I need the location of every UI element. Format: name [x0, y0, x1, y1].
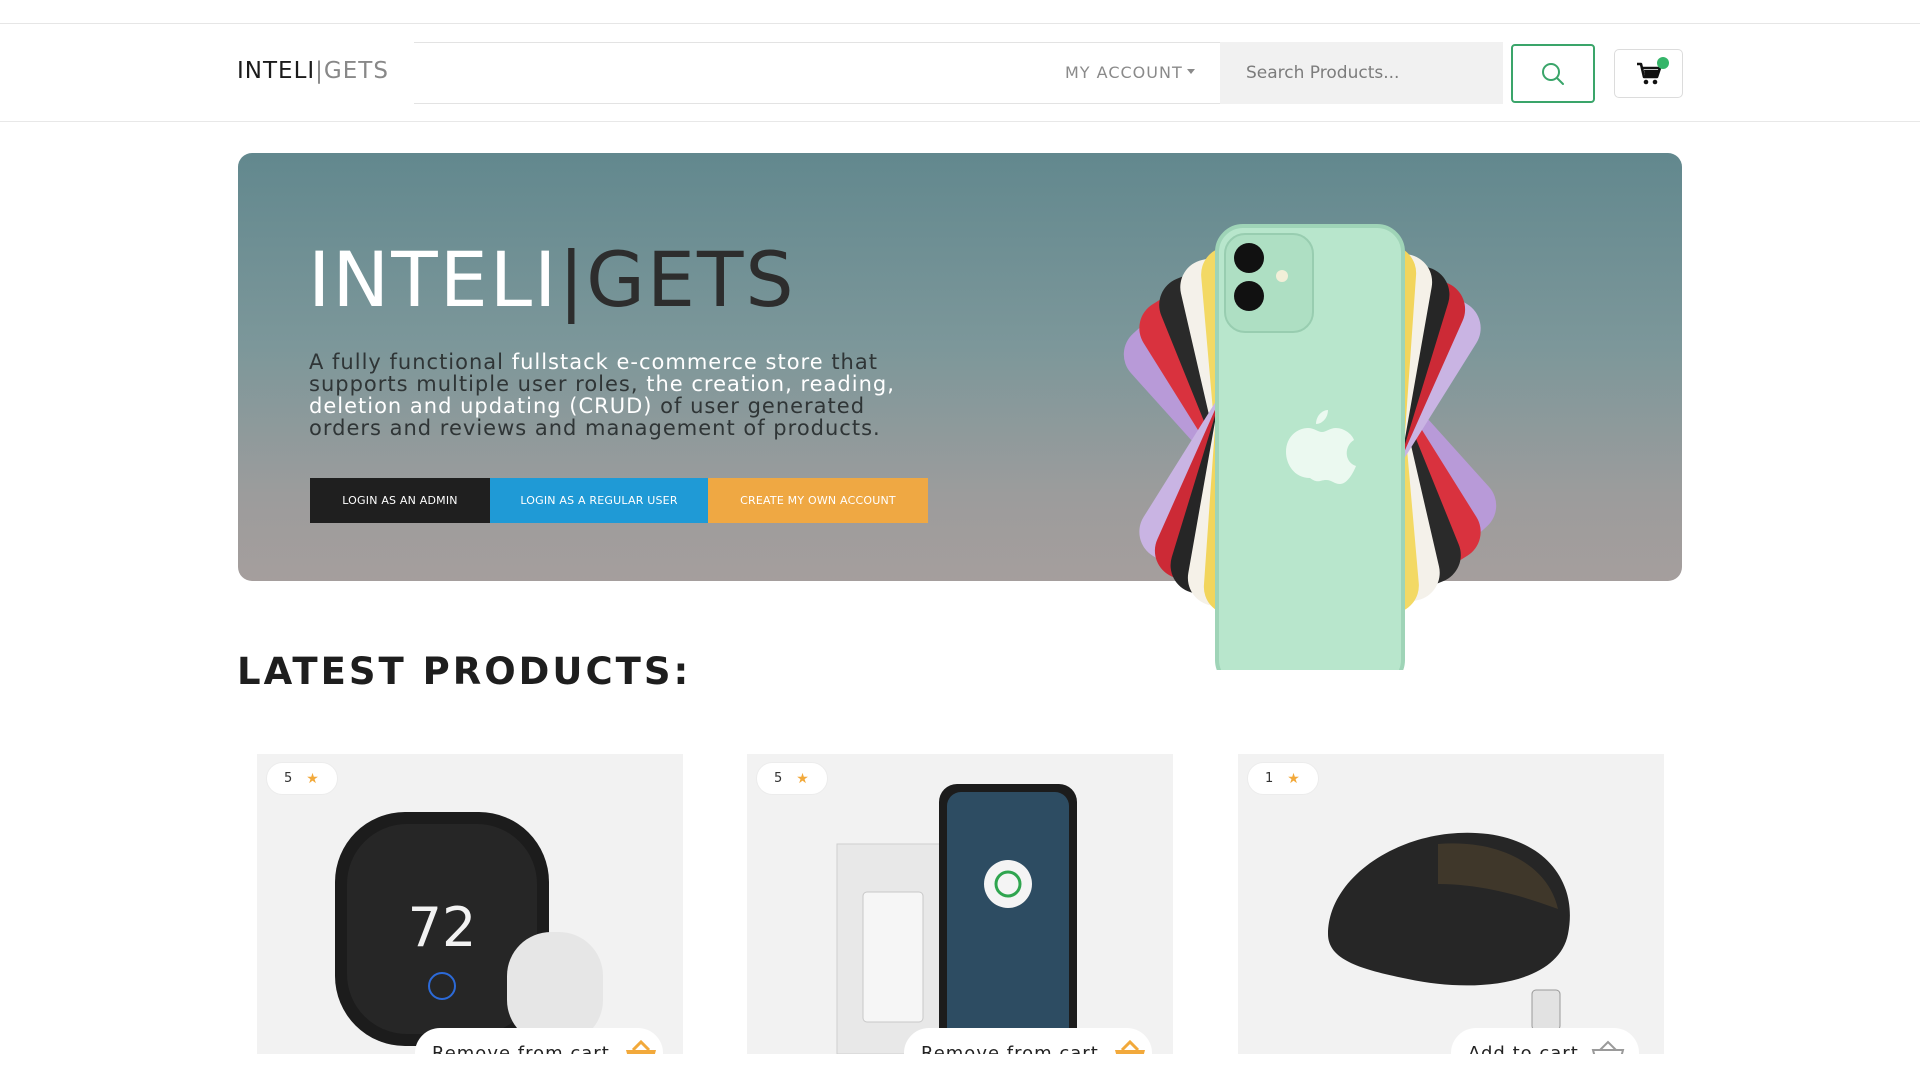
remove-from-cart-button[interactable]: Remove from cart	[904, 1028, 1152, 1054]
hero-desc-highlight-1: fullstack e-commerce store	[511, 350, 824, 374]
hero-title: INTELI|GETS	[308, 235, 796, 324]
top-strip	[0, 0, 1920, 24]
hero-desc-part-1: A fully functional	[309, 350, 512, 374]
cart-button[interactable]	[1614, 49, 1683, 98]
rating-badge: 5 ★	[266, 762, 338, 795]
hero-title-main: INTELI	[308, 235, 559, 324]
product-image: 72	[335, 812, 603, 1046]
product-card[interactable]: 5 ★ Remove from cart	[747, 754, 1173, 1054]
cart-action-label: Add to cart	[1468, 1042, 1579, 1055]
brand-sep: |	[315, 58, 324, 84]
svg-text:72: 72	[408, 896, 477, 959]
login-admin-button[interactable]: LOGIN AS AN ADMIN	[310, 478, 490, 523]
add-to-cart-button[interactable]: Add to cart	[1451, 1028, 1639, 1054]
cart-indicator-dot	[1657, 57, 1669, 69]
cart-action-label: Remove from cart	[921, 1042, 1099, 1055]
basket-icon	[1114, 1040, 1145, 1054]
rating-value: 5	[774, 771, 783, 786]
my-account-label: MY ACCOUNT	[1065, 63, 1183, 82]
product-image	[1328, 832, 1570, 1031]
create-account-button[interactable]: CREATE MY OWN ACCOUNT	[708, 478, 928, 523]
product-card[interactable]: 1 ★ Add to cart	[1238, 754, 1664, 1054]
brand-light: GETS	[323, 58, 389, 84]
search-icon	[1542, 62, 1564, 85]
brand-logo[interactable]: INTELI|GETS	[237, 58, 389, 84]
remove-from-cart-button[interactable]: Remove from cart	[415, 1028, 663, 1054]
cart-action-label: Remove from cart	[432, 1042, 610, 1055]
latest-products-heading: LATEST PRODUCTS:	[237, 650, 692, 693]
hero-title-dark: GETS	[586, 235, 796, 324]
star-icon: ★	[796, 770, 809, 787]
iphone-fan-image	[1123, 224, 1497, 670]
product-card[interactable]: 5 ★ 72 Remove from cart	[257, 754, 683, 1054]
caret-down-icon	[1186, 69, 1195, 74]
search-button[interactable]	[1511, 44, 1595, 103]
login-user-button[interactable]: LOGIN AS A REGULAR USER	[490, 478, 708, 523]
rating-value: 1	[1265, 771, 1274, 786]
rating-badge: 1 ★	[1247, 762, 1319, 795]
rating-value: 5	[284, 771, 293, 786]
product-image	[836, 784, 1077, 1054]
my-account-dropdown[interactable]: MY ACCOUNT	[1065, 63, 1195, 82]
navbar: INTELI|GETS MY ACCOUNT	[0, 24, 1920, 122]
star-icon: ★	[306, 770, 319, 787]
brand-main: INTELI	[237, 58, 316, 84]
basket-icon	[1591, 1040, 1625, 1054]
hero-button-group: LOGIN AS AN ADMIN LOGIN AS A REGULAR USE…	[310, 478, 928, 523]
star-icon: ★	[1287, 770, 1300, 787]
search-input[interactable]	[1220, 42, 1503, 104]
hero-title-sep: |	[558, 235, 587, 324]
basket-icon	[625, 1040, 656, 1054]
rating-badge: 5 ★	[756, 762, 828, 795]
hero-description: A fully functional fullstack e-commerce …	[309, 351, 939, 439]
